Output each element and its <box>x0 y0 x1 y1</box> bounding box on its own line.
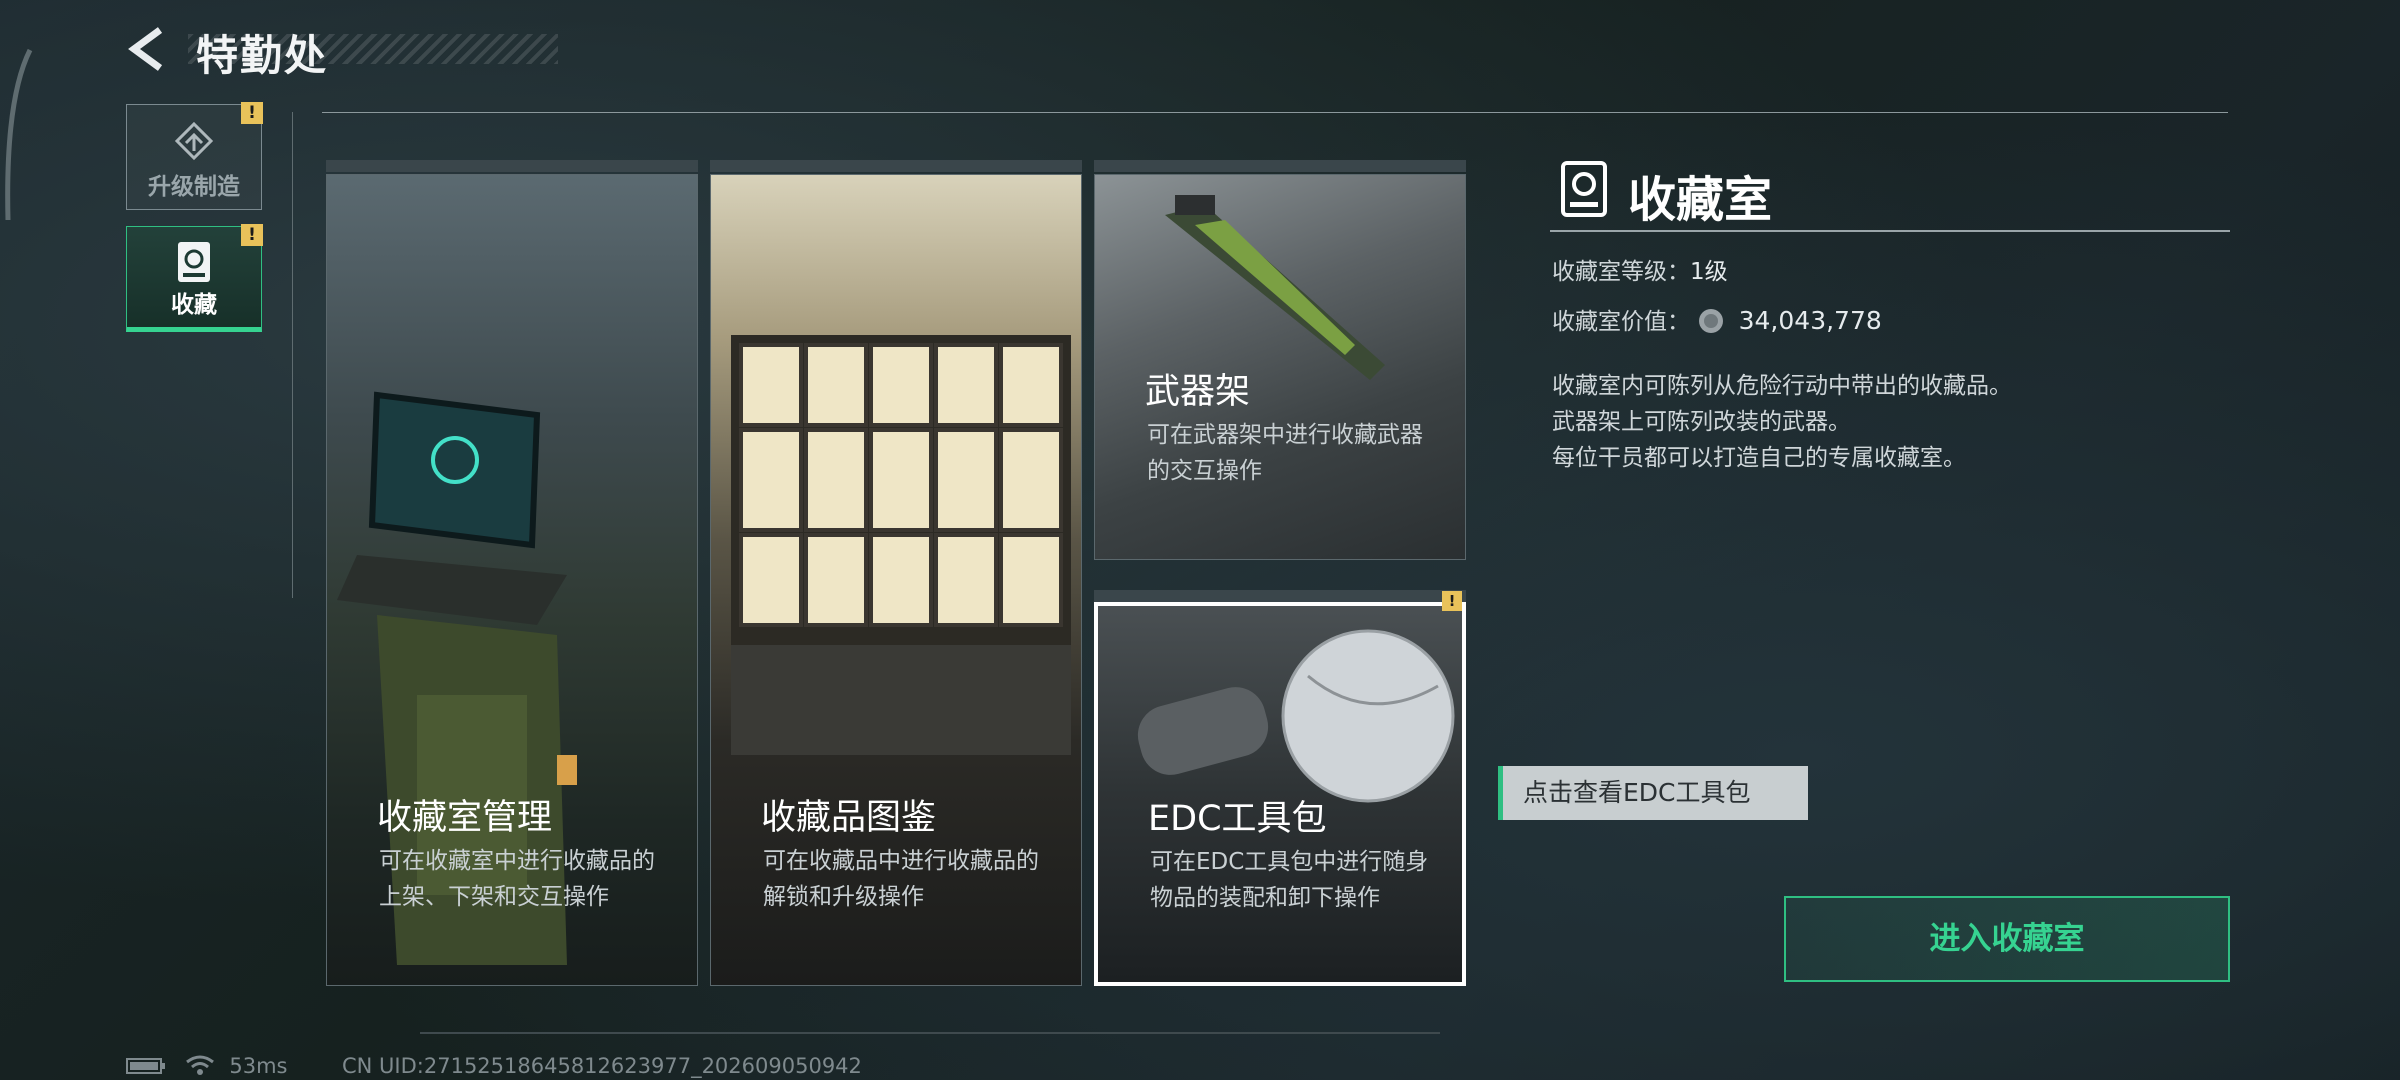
display-shelf-illustration <box>731 335 1071 755</box>
card-collection-management[interactable]: 收藏室管理 可在收藏室中进行收藏品的上架、下架和交互操作 <box>326 174 698 986</box>
card-tag-strip <box>710 160 1082 172</box>
tab-label: 升级制造 <box>148 174 240 200</box>
status-bar: 53ms <box>126 1054 288 1078</box>
side-arc-decoration <box>5 48 33 221</box>
card-collection-catalog[interactable]: 收藏品图鉴 可在收藏品中进行收藏品的解锁和升级操作 <box>710 174 1082 986</box>
card-description: 可在EDC工具包中进行随身物品的装配和卸下操作 <box>1150 849 1429 911</box>
alert-badge: ! <box>241 224 263 246</box>
card-weapon-rack[interactable]: 武器架 可在武器架中进行收藏武器的交互操作 <box>1094 174 1466 560</box>
divider <box>292 112 293 598</box>
level-value: 1级 <box>1690 259 1728 285</box>
card-title: 武器架 <box>1145 372 1251 412</box>
card-edc-toolkit[interactable]: EDC工具包 可在EDC工具包中进行随身物品的装配和卸下操作 <box>1094 602 1466 986</box>
value-amount: 34,043,778 <box>1738 306 1882 335</box>
divider <box>322 112 2228 113</box>
collection-room-icon <box>1561 161 1607 217</box>
card-title: 收藏室管理 <box>377 798 553 838</box>
enter-collection-button[interactable]: 进入收藏室 <box>1784 896 2230 982</box>
battery-icon <box>126 1058 165 1074</box>
divider <box>1550 230 2230 232</box>
card-tag-strip <box>1094 160 1466 172</box>
edc-hint-tooltip[interactable]: 点击查看EDC工具包 <box>1498 766 1808 820</box>
card-title: 收藏品图鉴 <box>761 798 937 838</box>
description-line: 收藏室内可陈列从危险行动中带出的收藏品。 <box>1552 373 2012 399</box>
value-label: 收藏室价值： <box>1552 309 1690 335</box>
page-title: 特勤处 <box>196 31 329 80</box>
card-description: 可在收藏品中进行收藏品的解锁和升级操作 <box>763 848 1039 910</box>
card-tag-strip <box>1094 590 1466 602</box>
user-uid: CN UID:27152518645812623977_202609050942 <box>342 1054 862 1078</box>
description-line: 武器架上可陈列改装的武器。 <box>1552 409 1851 435</box>
collection-level: 收藏室等级：1级 <box>1552 252 1728 286</box>
alert-badge: ! <box>241 102 263 124</box>
tab-label: 收藏 <box>171 292 217 318</box>
panel-description: 收藏室内可陈列从危险行动中带出的收藏品。 武器架上可陈列改装的武器。 每位干员都… <box>1552 368 2012 476</box>
divider <box>420 1032 1440 1034</box>
upgrade-icon <box>174 121 214 161</box>
alert-badge: ! <box>1442 591 1462 611</box>
card-description: 可在武器架中进行收藏武器的交互操作 <box>1147 422 1423 484</box>
ping-value: 53ms <box>229 1054 288 1078</box>
level-label: 收藏室等级： <box>1552 259 1690 285</box>
collection-cabinet-icon <box>178 242 210 282</box>
card-title: EDC工具包 <box>1148 799 1327 839</box>
card-tag-strip <box>326 160 698 172</box>
collection-value: 收藏室价值： 34,043,778 <box>1552 302 1882 336</box>
card-description: 可在收藏室中进行收藏品的上架、下架和交互操作 <box>379 848 655 910</box>
wifi-icon <box>185 1055 214 1075</box>
panel-title: 收藏室 <box>1628 172 1773 228</box>
description-line: 每位干员都可以打造自己的专属收藏室。 <box>1552 445 1966 471</box>
back-arrow-icon[interactable] <box>124 24 174 74</box>
coin-icon <box>1699 309 1724 333</box>
